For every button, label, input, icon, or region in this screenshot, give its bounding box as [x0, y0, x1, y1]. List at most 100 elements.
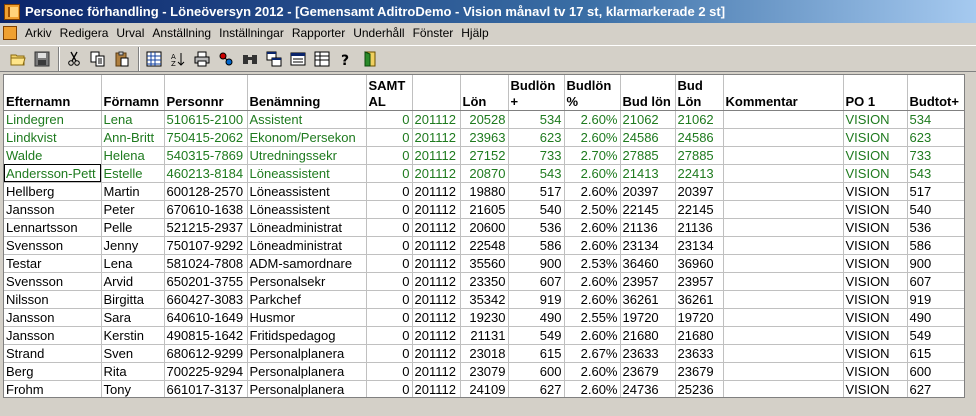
table-cell-budlon-plus[interactable]: 534: [508, 110, 565, 129]
table-cell-budlon-percent[interactable]: 2.60%: [564, 164, 621, 183]
table-cell-kommentar[interactable]: [723, 236, 844, 255]
table-cell-efternamn[interactable]: Svensson: [4, 272, 102, 291]
table-cell-budlon-plus[interactable]: 627: [508, 380, 565, 397]
table-cell-po1[interactable]: VISION: [843, 344, 908, 363]
document-menu-icon[interactable]: [3, 26, 17, 40]
table-cell-period[interactable]: 201112: [412, 326, 461, 345]
table-cell-bud-lon-2[interactable]: 21136: [675, 218, 724, 237]
menu-rapporter[interactable]: Rapporter: [288, 26, 349, 40]
sort-button[interactable]: AZ: [166, 47, 189, 70]
table-cell-samtal[interactable]: 0: [366, 218, 413, 237]
table-cell-period[interactable]: 201112: [412, 146, 461, 165]
menu-urval[interactable]: Urval: [112, 26, 148, 40]
table-cell-budtot-plus[interactable]: 517: [907, 182, 964, 201]
table-cell-bud-lon-2[interactable]: 22413: [675, 164, 724, 183]
table-cell-bud-lon[interactable]: 23679: [620, 362, 676, 381]
table-cell-bud-lon[interactable]: 23134: [620, 236, 676, 255]
table-cell-po1[interactable]: VISION: [843, 200, 908, 219]
table-row[interactable]: Jansson Kerstin 490815-1642 Fritidspedagog 0…: [4, 326, 964, 345]
table-cell-efternamn[interactable]: Lindkvist: [4, 128, 102, 147]
table-cell-period[interactable]: 201112: [412, 218, 461, 237]
table-row[interactable]: Frohm Tony 661017-3137 Personalplanera 0 2011…: [4, 380, 964, 397]
table-cell-period[interactable]: 201112: [412, 308, 461, 327]
table-cell-bud-lon[interactable]: 24586: [620, 128, 676, 147]
table-cell-fornamn[interactable]: Lena: [101, 254, 165, 273]
save-button[interactable]: [30, 47, 53, 70]
table-cell-personnr[interactable]: 670610-1638: [164, 200, 248, 219]
open-folder-button[interactable]: [6, 47, 29, 70]
table-row[interactable]: Testar Lena 581024-7808 ADM-samordnare 0 2011…: [4, 254, 964, 273]
table-row[interactable]: Lennartsson Pelle 521215-2937 Löneadministr…: [4, 218, 964, 237]
table-cell-efternamn[interactable]: Jansson: [4, 200, 102, 219]
windows-button[interactable]: [262, 47, 285, 70]
table-cell-lon[interactable]: 23963: [460, 128, 509, 147]
table-cell-benamning[interactable]: ADM-samordnare: [247, 254, 367, 273]
header-period[interactable]: [412, 75, 461, 111]
table-cell-efternamn[interactable]: Andersson-Pett: [4, 164, 102, 183]
table-row[interactable]: Hellberg Martin 600128-2570 Löneassistent 0 2…: [4, 182, 964, 201]
find-button[interactable]: [238, 47, 261, 70]
table-cell-lon[interactable]: 27152: [460, 146, 509, 165]
table-cell-po1[interactable]: VISION: [843, 326, 908, 345]
table-cell-lon[interactable]: 19880: [460, 182, 509, 201]
table-cell-personnr[interactable]: 750415-2062: [164, 128, 248, 147]
table-cell-lon[interactable]: 21131: [460, 326, 509, 345]
table-cell-po1[interactable]: VISION: [843, 362, 908, 381]
header-samtal[interactable]: SAMT AL: [366, 75, 413, 111]
table-cell-bud-lon[interactable]: 24736: [620, 380, 676, 397]
table-cell-benamning[interactable]: Personalplanera: [247, 362, 367, 381]
table-cell-benamning[interactable]: Fritidspedagog: [247, 326, 367, 345]
settings-button[interactable]: [214, 47, 237, 70]
table-cell-budlon-plus[interactable]: 615: [508, 344, 565, 363]
table-cell-efternamn[interactable]: Jansson: [4, 326, 102, 345]
table-cell-budlon-percent[interactable]: 2.60%: [564, 362, 621, 381]
table-cell-budlon-plus[interactable]: 733: [508, 146, 565, 165]
table-cell-efternamn[interactable]: Hellberg: [4, 182, 102, 201]
header-budtot-plus[interactable]: Budtot+: [907, 75, 964, 111]
table-cell-po1[interactable]: VISION: [843, 218, 908, 237]
header-efternamn[interactable]: Efternamn: [4, 75, 102, 111]
header-bud-lon[interactable]: Bud lön: [620, 75, 676, 111]
table-cell-budtot-plus[interactable]: 490: [907, 308, 964, 327]
table-cell-budlon-plus[interactable]: 919: [508, 290, 565, 309]
menu-arkiv[interactable]: Arkiv: [21, 26, 56, 40]
table-cell-bud-lon[interactable]: 21680: [620, 326, 676, 345]
table-cell-fornamn[interactable]: Martin: [101, 182, 165, 201]
table-cell-bud-lon-2[interactable]: 19720: [675, 308, 724, 327]
table-cell-period[interactable]: 201112: [412, 380, 461, 397]
table-cell-budlon-percent[interactable]: 2.60%: [564, 290, 621, 309]
table-cell-fornamn[interactable]: Sven: [101, 344, 165, 363]
menu-redigera[interactable]: Redigera: [56, 26, 113, 40]
table-cell-samtal[interactable]: 0: [366, 326, 413, 345]
table-cell-budlon-plus[interactable]: 600: [508, 362, 565, 381]
table-cell-lon[interactable]: 24109: [460, 380, 509, 397]
table-cell-bud-lon-2[interactable]: 23679: [675, 362, 724, 381]
table-cell-bud-lon[interactable]: 21062: [620, 110, 676, 129]
table-cell-personnr[interactable]: 750107-9292: [164, 236, 248, 255]
table-cell-personnr[interactable]: 680612-9299: [164, 344, 248, 363]
table-cell-personnr[interactable]: 460213-8184: [164, 164, 248, 183]
table-cell-bud-lon-2[interactable]: 27885: [675, 146, 724, 165]
table-cell-efternamn[interactable]: Lindegren: [4, 110, 102, 129]
table-cell-lon[interactable]: 20600: [460, 218, 509, 237]
table-cell-kommentar[interactable]: [723, 362, 844, 381]
table-cell-samtal[interactable]: 0: [366, 146, 413, 165]
table-cell-budtot-plus[interactable]: 543: [907, 164, 964, 183]
table-cell-benamning[interactable]: Löneassistent: [247, 164, 367, 183]
table-cell-efternamn[interactable]: Nilsson: [4, 290, 102, 309]
header-po1[interactable]: PO 1: [843, 75, 908, 111]
header-lon[interactable]: Lön: [460, 75, 509, 111]
table-cell-fornamn[interactable]: Estelle: [101, 164, 165, 183]
table-cell-lon[interactable]: 21605: [460, 200, 509, 219]
table-cell-personnr[interactable]: 540315-7869: [164, 146, 248, 165]
table-cell-bud-lon-2[interactable]: 23633: [675, 344, 724, 363]
table-cell-po1[interactable]: VISION: [843, 236, 908, 255]
table-cell-personnr[interactable]: 700225-9294: [164, 362, 248, 381]
table-cell-budtot-plus[interactable]: 586: [907, 236, 964, 255]
table-cell-budlon-percent[interactable]: 2.55%: [564, 308, 621, 327]
table-row[interactable]: Strand Sven 680612-9299 Personalplanera 0 201…: [4, 344, 964, 363]
table-cell-budlon-plus[interactable]: 517: [508, 182, 565, 201]
table-cell-budlon-plus[interactable]: 623: [508, 128, 565, 147]
table-cell-bud-lon-2[interactable]: 36261: [675, 290, 724, 309]
table-cell-budlon-plus[interactable]: 586: [508, 236, 565, 255]
